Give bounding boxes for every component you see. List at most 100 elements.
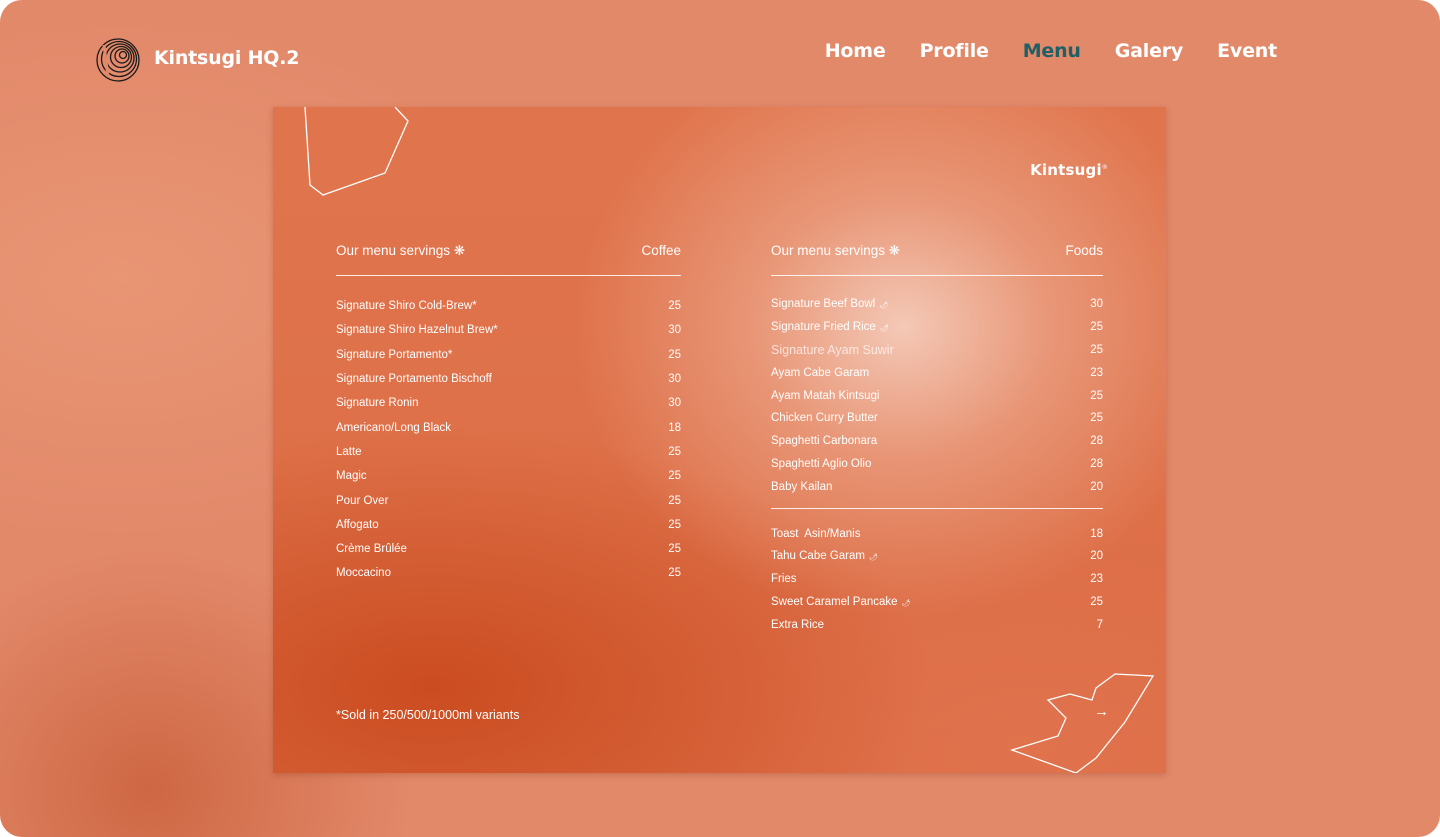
site-header: Kintsugi HQ.2 Home Profile Menu Galery E… bbox=[0, 0, 1440, 105]
item-price: 25 bbox=[1090, 595, 1103, 608]
item-name: Signature Ayam Suwir bbox=[771, 342, 894, 357]
coffee-menu-column: Our menu servings ❋ Coffee Signature Shi… bbox=[336, 243, 681, 586]
foods-menu-column: Our menu servings ❋ Foods Signature Beef… bbox=[771, 243, 1103, 636]
item-name: Spaghetti Carbonara bbox=[771, 435, 878, 448]
item-price: 25 bbox=[668, 445, 681, 458]
item-price: 20 bbox=[1090, 480, 1103, 493]
item-price: 25 bbox=[668, 300, 681, 313]
item-price: 30 bbox=[1090, 298, 1103, 311]
item-name-wrap: Sweet Caramel Pancake 🌶 bbox=[771, 596, 910, 608]
menu-item: Fries 23 bbox=[771, 568, 1103, 591]
menu-item: Spaghetti Aglio Olio 28 bbox=[771, 453, 1103, 476]
menu-item: Americano/Long Black 18 bbox=[336, 415, 681, 439]
chili-icon: 🌶 bbox=[868, 554, 878, 562]
menu-item: Signature Ronin 30 bbox=[336, 391, 681, 415]
bottom-shard-decoration bbox=[1009, 673, 1155, 773]
menu-item: Affogato 25 bbox=[336, 513, 681, 537]
item-name: Signature Shiro Hazelnut Brew* bbox=[336, 324, 498, 337]
top-shard-decoration bbox=[304, 107, 409, 196]
item-name: Extra Rice bbox=[771, 618, 825, 631]
item-price: 7 bbox=[1096, 618, 1103, 631]
app-frame: Kintsugi HQ.2 Home Profile Menu Galery E… bbox=[0, 0, 1440, 837]
coffee-heading: Our menu servings ❋ bbox=[336, 243, 466, 258]
item-price: 25 bbox=[1090, 321, 1103, 334]
menu-item: Baby Kailan 20 bbox=[771, 475, 1103, 498]
menu-item: Moccacino 25 bbox=[336, 561, 681, 585]
menu-item: Ayam Matah Kintsugi 25 bbox=[771, 384, 1103, 407]
item-price: 18 bbox=[668, 421, 681, 434]
coffee-divider bbox=[336, 275, 681, 276]
item-price: 23 bbox=[1090, 573, 1103, 586]
menu-item: Signature Shiro Hazelnut Brew* 30 bbox=[336, 318, 681, 342]
kintsugi-logo-icon[interactable] bbox=[94, 37, 140, 83]
menu-item: Extra Rice 7 bbox=[771, 613, 1103, 636]
coffee-list: Signature Shiro Cold-Brew* 25 Signature S… bbox=[336, 294, 681, 586]
menu-item: Signature Ayam Suwir 25 bbox=[771, 339, 1103, 362]
item-price: 25 bbox=[668, 494, 681, 507]
nav-event[interactable]: Event bbox=[1217, 40, 1277, 62]
item-price: 28 bbox=[1090, 435, 1103, 448]
menu-item: Sweet Caramel Pancake 🌶 25 bbox=[771, 591, 1103, 614]
item-name: Signature Fried Rice bbox=[771, 321, 876, 334]
item-name-wrap: Signature Beef Bowl 🌶 bbox=[771, 298, 888, 310]
menu-item: Toast Asin/Manis 18 bbox=[771, 522, 1103, 545]
item-price: 28 bbox=[1090, 457, 1103, 470]
next-arrow-icon[interactable]: → bbox=[1094, 703, 1109, 720]
chili-icon: 🌶 bbox=[901, 599, 911, 607]
menu-item: Ayam Cabe Garam 23 bbox=[771, 361, 1103, 384]
foods-category: Foods bbox=[1065, 243, 1103, 258]
item-name: Signature Portamento* bbox=[336, 348, 453, 361]
chili-icon: 🌶 bbox=[879, 302, 889, 310]
item-price: 25 bbox=[1090, 389, 1103, 402]
item-name: Ayam Matah Kintsugi bbox=[771, 389, 880, 402]
item-name: Magic bbox=[336, 470, 367, 483]
nav-home[interactable]: Home bbox=[825, 40, 886, 62]
item-name: Toast Asin/Manis bbox=[771, 527, 861, 540]
item-price: 20 bbox=[1090, 550, 1103, 563]
menu-item: Chicken Curry Butter 25 bbox=[771, 407, 1103, 430]
item-name: Signature Portamento Bischoff bbox=[336, 373, 492, 386]
item-name: Pour Over bbox=[336, 494, 389, 507]
item-name: Signature Ronin bbox=[336, 397, 419, 410]
foods-list: Signature Beef Bowl 🌶 30 Signature Fried R… bbox=[771, 293, 1103, 498]
menu-item: Signature Portamento* 25 bbox=[336, 343, 681, 367]
item-name: Ayam Cabe Garam bbox=[771, 366, 870, 379]
brand-name[interactable]: Kintsugi HQ.2 bbox=[154, 47, 300, 69]
item-price: 25 bbox=[668, 543, 681, 556]
item-name: Chicken Curry Butter bbox=[771, 412, 878, 425]
menu-item: Magic 25 bbox=[336, 464, 681, 488]
foods-header: Our menu servings ❋ Foods bbox=[771, 243, 1103, 263]
item-name: Affogato bbox=[336, 518, 379, 531]
item-price: 25 bbox=[668, 567, 681, 580]
item-name: Signature Beef Bowl bbox=[771, 298, 876, 311]
menu-card: Kintsugi® Our menu servings ❋ Coffee Sig… bbox=[273, 107, 1166, 773]
menu-item: Latte 25 bbox=[336, 440, 681, 464]
menu-item: Signature Beef Bowl 🌶 30 bbox=[771, 293, 1103, 316]
nav-menu[interactable]: Menu bbox=[1023, 40, 1081, 62]
menu-item: Crème Brûlée 25 bbox=[336, 537, 681, 561]
item-name: Crème Brûlée bbox=[336, 543, 407, 556]
menu-item: Signature Portamento Bischoff 30 bbox=[336, 367, 681, 391]
nav-profile[interactable]: Profile bbox=[920, 40, 989, 62]
item-price: 25 bbox=[668, 348, 681, 361]
item-name: Latte bbox=[336, 445, 362, 458]
snacks-list: Toast Asin/Manis 18 Tahu Cabe Garam 🌶 20 Fr… bbox=[771, 522, 1103, 636]
item-name: Baby Kailan bbox=[771, 480, 833, 493]
menu-item: Pour Over 25 bbox=[336, 488, 681, 512]
item-price: 25 bbox=[1090, 343, 1103, 356]
chili-icon: 🌶 bbox=[879, 325, 889, 333]
nav-galery[interactable]: Galery bbox=[1115, 40, 1184, 62]
item-name: Signature Shiro Cold-Brew* bbox=[336, 300, 477, 313]
item-price: 30 bbox=[668, 397, 681, 410]
foods-divider bbox=[771, 275, 1103, 276]
item-name-wrap: Tahu Cabe Garam 🌶 bbox=[771, 550, 878, 562]
item-name: Spaghetti Aglio Olio bbox=[771, 457, 872, 470]
item-price: 23 bbox=[1090, 366, 1103, 379]
item-price: 25 bbox=[668, 518, 681, 531]
item-price: 30 bbox=[668, 373, 681, 386]
item-name: Moccacino bbox=[336, 567, 391, 580]
item-price: 30 bbox=[668, 324, 681, 337]
variants-footnote: *Sold in 250/500/1000ml variants bbox=[336, 708, 520, 722]
coffee-header: Our menu servings ❋ Coffee bbox=[336, 243, 681, 263]
card-logo: Kintsugi® bbox=[1030, 161, 1108, 179]
